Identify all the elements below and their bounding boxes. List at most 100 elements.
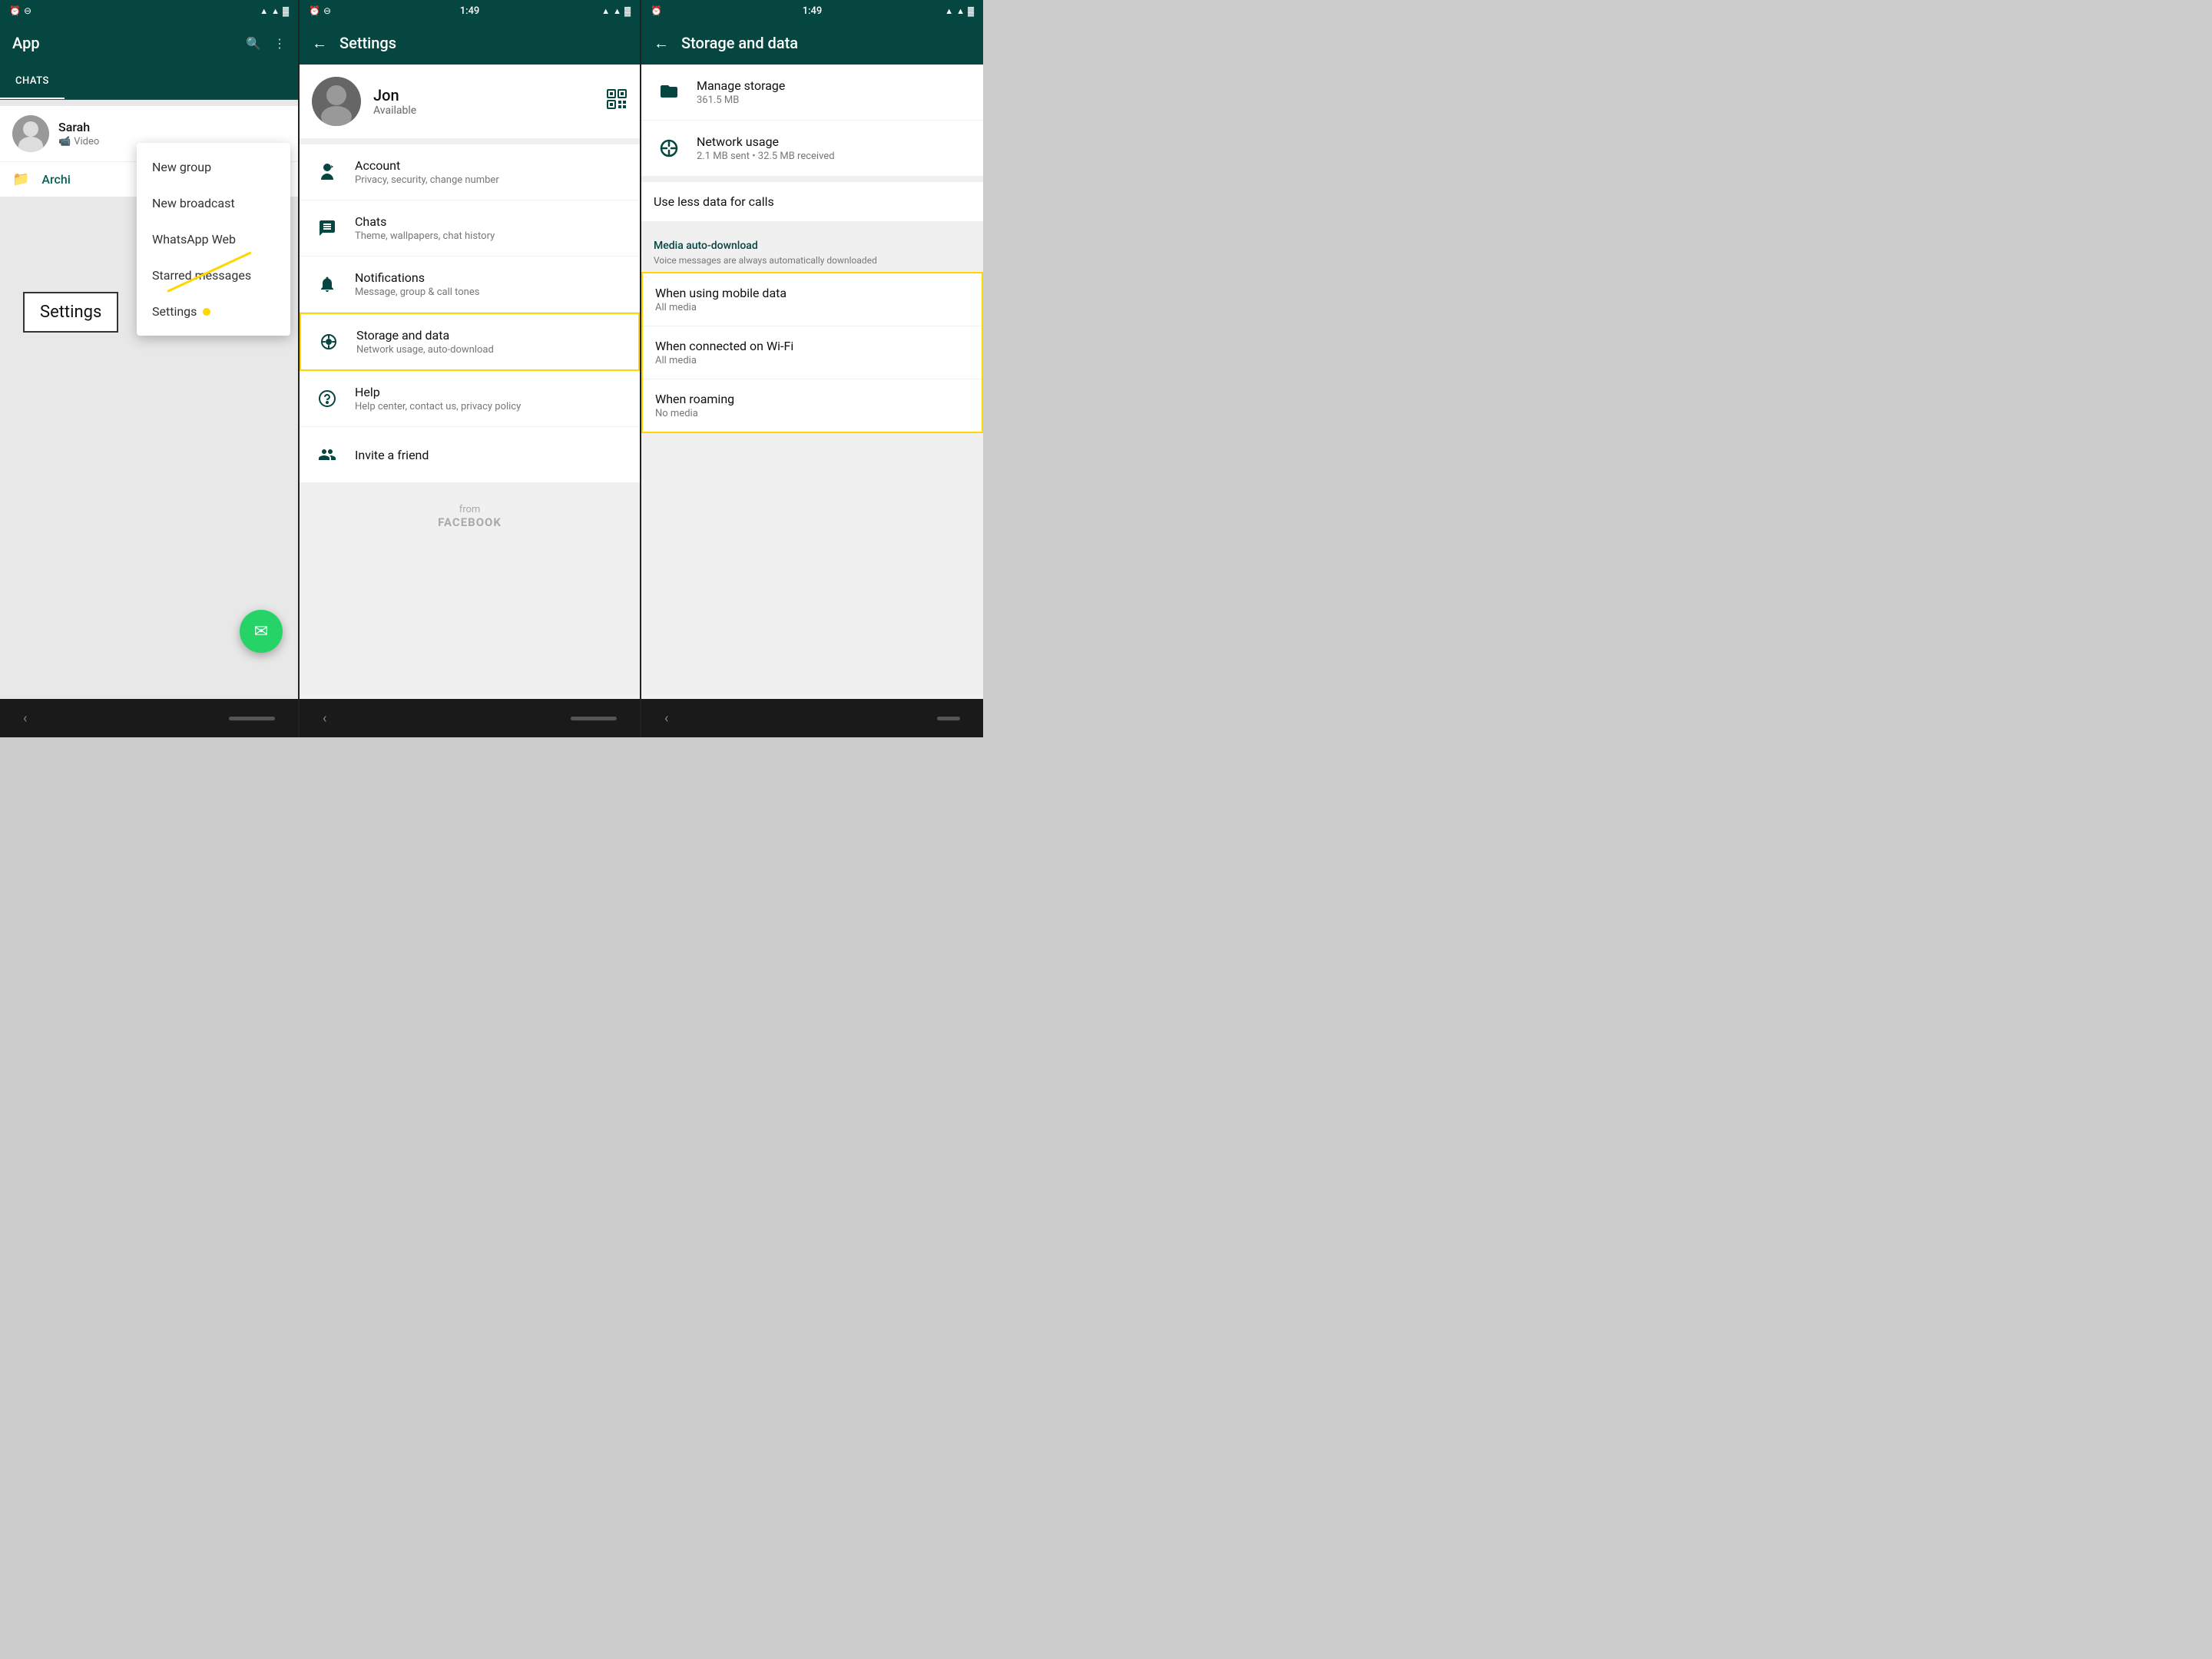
chats-icon — [312, 213, 343, 243]
wifi-icon: ▲ — [260, 6, 268, 16]
dropdown-menu: New group New broadcast WhatsApp Web Sta… — [137, 143, 290, 336]
panel-settings: ⏰ ⊖ 1:49 ▲ ▲ ▓ ← Settings Jon A — [300, 0, 641, 737]
help-text: Help Help center, contact us, privacy po… — [355, 385, 628, 412]
settings-title: Settings — [339, 34, 628, 52]
notifications-icon — [312, 269, 343, 300]
bottom-nav-2: ‹ — [300, 699, 640, 737]
status-right-icons-2: ▲ ▲ ▓ — [601, 6, 631, 16]
notifications-subtitle: Message, group & call tones — [355, 286, 628, 298]
tab-chats[interactable]: CHATS — [0, 65, 65, 99]
status-right-icons: ▲ ▲ ▓ — [260, 6, 289, 16]
media-auto-download-header: Media auto-download Voice messages are a… — [641, 227, 983, 272]
settings-row-invite[interactable]: Invite a friend — [300, 427, 640, 482]
storage-data-title: Storage and data — [681, 34, 971, 52]
battery-icon-3: ▓ — [968, 6, 974, 16]
more-icon[interactable]: ⋮ — [273, 36, 286, 51]
storage-subtitle: Network usage, auto-download — [356, 344, 626, 356]
tooltip-label: Settings — [40, 303, 101, 322]
tab-bar: CHATS — [0, 65, 298, 100]
status-right-icons-3: ▲ ▲ ▓ — [945, 6, 974, 16]
video-icon: 📹 — [58, 136, 71, 147]
network-usage-text: Network usage 2.1 MB sent • 32.5 MB rece… — [697, 134, 971, 162]
media-description: Voice messages are always automatically … — [654, 255, 971, 266]
compose-icon: ✉ — [254, 622, 268, 641]
storage-icon — [313, 326, 344, 357]
notifications-text: Notifications Message, group & call tone… — [355, 270, 628, 298]
back-button-3[interactable]: ← — [654, 34, 669, 53]
user-avatar — [312, 77, 361, 126]
settings-row-help[interactable]: Help Help center, contact us, privacy po… — [300, 371, 640, 427]
network-icon — [654, 133, 684, 164]
battery-icon-2: ▓ — [624, 6, 631, 16]
home-pill-3[interactable] — [937, 717, 960, 720]
manage-storage-text: Manage storage 361.5 MB — [697, 78, 971, 106]
storage-title: Storage and data — [356, 328, 626, 343]
network-usage-row[interactable]: Network usage 2.1 MB sent • 32.5 MB rece… — [641, 121, 983, 176]
back-button-2[interactable]: ← — [312, 34, 327, 53]
dropdown-new-group[interactable]: New group — [137, 149, 290, 185]
manage-storage-title: Manage storage — [697, 78, 971, 93]
status-left-icons-3: ⏰ — [651, 5, 662, 16]
mobile-data-subtitle: All media — [655, 302, 969, 313]
media-row-wifi[interactable]: When connected on Wi-Fi All media — [643, 326, 982, 379]
wifi-subtitle: All media — [655, 355, 969, 366]
user-name: Jon — [373, 86, 606, 104]
alarm-icon: ⏰ — [9, 5, 21, 16]
media-row-roaming[interactable]: When roaming No media — [643, 379, 982, 432]
network-usage-title: Network usage — [697, 134, 971, 149]
status-left-icons: ⏰ ⊖ — [9, 5, 31, 16]
signal-icon-2: ▲ — [613, 6, 621, 16]
bottom-nav-1: ‹ — [0, 699, 298, 737]
use-less-data-title: Use less data for calls — [654, 194, 971, 209]
dropdown-whatsapp-web[interactable]: WhatsApp Web — [137, 221, 290, 257]
back-chevron-3[interactable]: ‹ — [664, 710, 668, 727]
wifi-title: When connected on Wi-Fi — [655, 339, 969, 353]
home-pill[interactable] — [229, 717, 275, 720]
account-text: Account Privacy, security, change number — [355, 158, 628, 186]
back-chevron-2[interactable]: ‹ — [323, 710, 326, 727]
settings-list: Jon Available — [300, 65, 640, 699]
signal-icon: ▲ — [271, 6, 280, 16]
avatar — [12, 115, 49, 152]
settings-row-notifications[interactable]: Notifications Message, group & call tone… — [300, 257, 640, 313]
use-less-data-row[interactable]: Use less data for calls — [641, 182, 983, 221]
settings-row-chats[interactable]: Chats Theme, wallpapers, chat history — [300, 200, 640, 257]
account-icon — [312, 157, 343, 187]
archive-label: Archi — [41, 172, 70, 187]
help-subtitle: Help center, contact us, privacy policy — [355, 401, 628, 412]
manage-storage-row[interactable]: Manage storage 361.5 MB — [641, 65, 983, 121]
home-pill-2[interactable] — [571, 717, 617, 720]
chats-text: Chats Theme, wallpapers, chat history — [355, 214, 628, 242]
back-chevron[interactable]: ‹ — [23, 710, 27, 727]
settings-row-account[interactable]: Account Privacy, security, change number — [300, 144, 640, 200]
settings-items-section: Account Privacy, security, change number… — [300, 144, 640, 482]
help-title: Help — [355, 385, 628, 399]
notifications-title: Notifications — [355, 270, 628, 285]
dropdown-starred-messages[interactable]: Starred messages — [137, 257, 290, 293]
settings-row-storage[interactable]: Storage and data Network usage, auto-dow… — [300, 313, 640, 371]
panel-storage-data: ⏰ 1:49 ▲ ▲ ▓ ← Storage and data Manage s… — [641, 0, 983, 737]
chats-title: Chats — [355, 214, 628, 229]
invite-text: Invite a friend — [355, 448, 628, 462]
search-icon[interactable]: 🔍 — [246, 36, 261, 51]
time-display-3: 1:49 — [803, 5, 823, 17]
wifi-icon-2: ▲ — [601, 6, 610, 16]
invite-title: Invite a friend — [355, 448, 628, 462]
wifi-icon-3: ▲ — [945, 6, 953, 16]
qr-icon[interactable] — [606, 88, 628, 114]
compose-fab[interactable]: ✉ — [240, 610, 283, 653]
dropdown-settings[interactable]: Settings — [137, 293, 290, 329]
dropdown-new-broadcast[interactable]: New broadcast — [137, 185, 290, 221]
mobile-data-title: When using mobile data — [655, 286, 969, 300]
top-bar-1: App 🔍 ⋮ — [0, 22, 298, 65]
notification-dot — [203, 308, 210, 316]
footer-from: from FACEBOOK — [300, 488, 640, 545]
user-profile-row[interactable]: Jon Available — [300, 65, 640, 138]
bottom-nav-3: ‹ — [641, 699, 983, 737]
media-row-mobile-data[interactable]: When using mobile data All media — [643, 273, 982, 326]
settings-tooltip: Settings — [23, 292, 118, 333]
help-icon — [312, 383, 343, 414]
folder-icon — [654, 77, 684, 108]
alarm-icon-2: ⏰ — [309, 5, 320, 16]
signal-icon-3: ▲ — [956, 6, 965, 16]
